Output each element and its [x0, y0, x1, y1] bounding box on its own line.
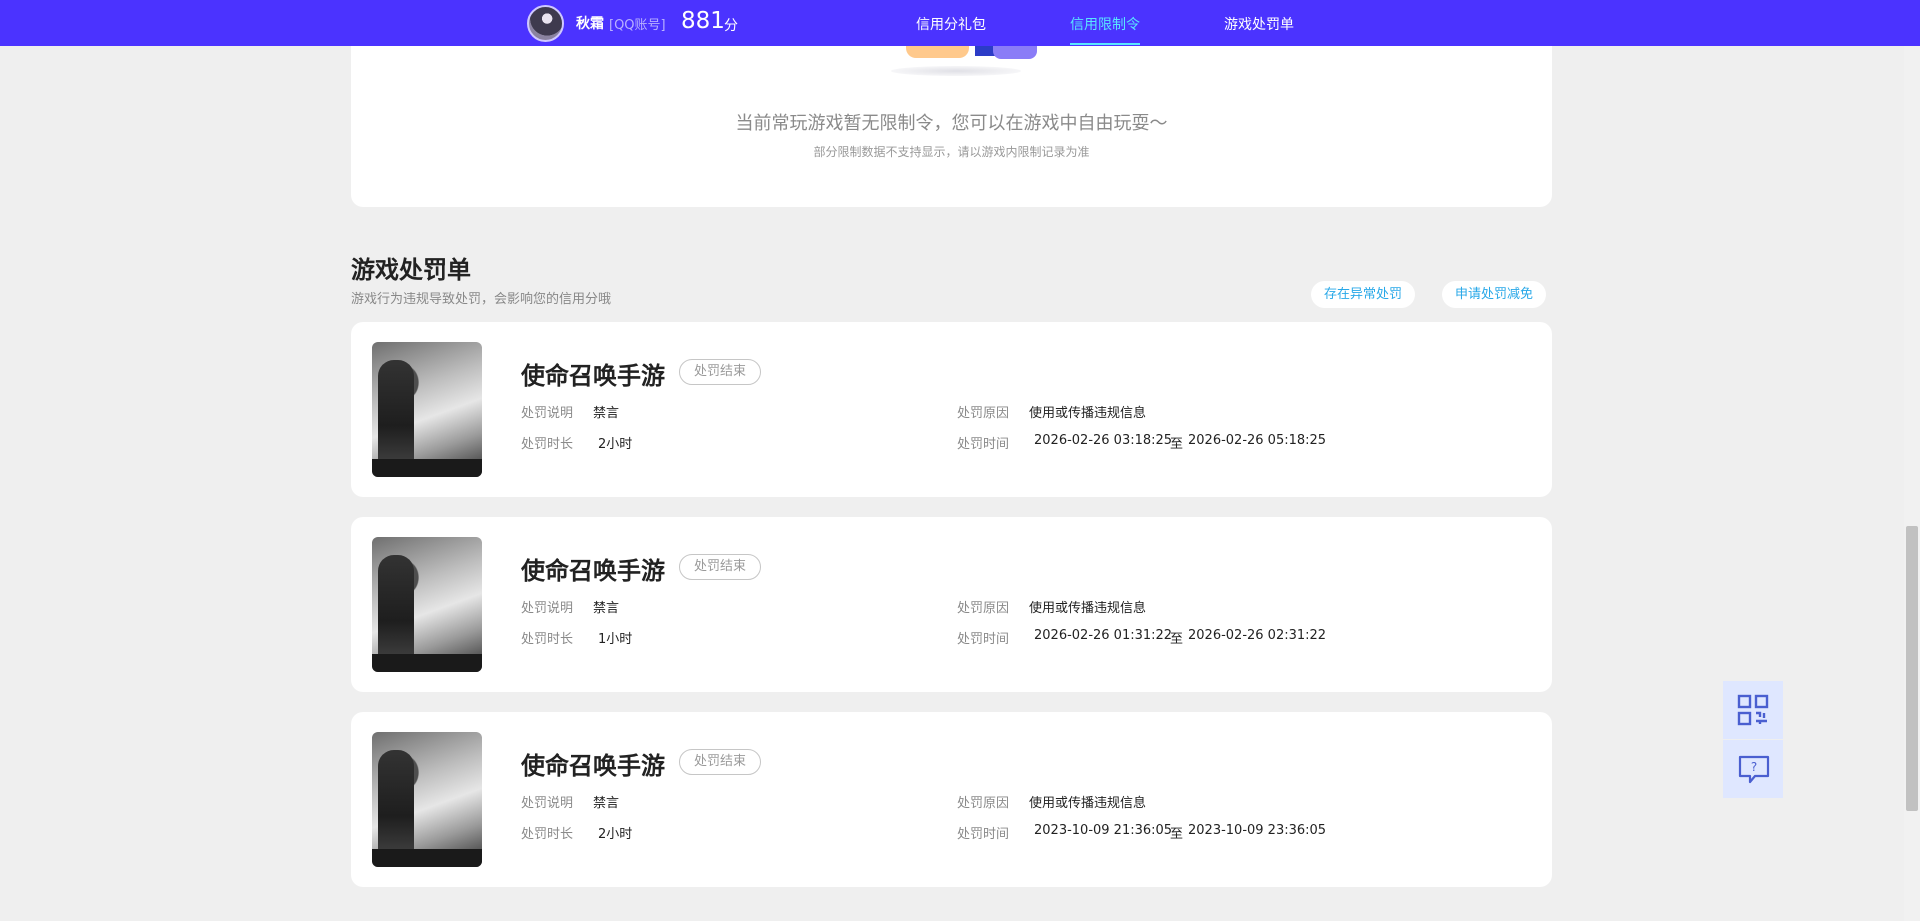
penalty-card[interactable]: 使命召唤手游 处罚结束 处罚说明 禁言 处罚时长 2小时 处罚原因 使用或传播违… — [351, 712, 1552, 887]
desc-label: 处罚说明 — [521, 406, 574, 421]
desc-value: 禁言 — [593, 601, 620, 616]
nav-credit-restriction[interactable]: 信用限制令 — [1070, 14, 1140, 45]
scrollbar-thumb[interactable] — [1906, 526, 1918, 811]
empty-restriction-message: 当前常玩游戏暂无限制令，您可以在游戏中自由玩耍～ — [735, 113, 1168, 134]
time-start: 2026-02-26 03:18:25 — [1034, 433, 1173, 448]
help-chat-button[interactable]: ? — [1723, 740, 1783, 798]
avatar[interactable] — [527, 5, 564, 42]
empty-illustration-part — [993, 44, 1037, 59]
duration-value: 1小时 — [598, 632, 633, 647]
abnormal-penalty-button[interactable]: 存在异常处罚 — [1311, 281, 1416, 308]
empty-illustration — [906, 44, 969, 58]
reason-value: 使用或传播违规信息 — [1029, 406, 1147, 421]
restriction-note: 部分限制数据不支持显示，请以游戏内限制记录为准 — [813, 145, 1090, 159]
help-chat-icon: ? — [1738, 755, 1770, 784]
duration-label: 处罚时长 — [521, 632, 574, 647]
game-name: 使命召唤手游 — [521, 557, 665, 585]
reason-value: 使用或传播违规信息 — [1029, 601, 1147, 616]
time-to: 至 — [1170, 632, 1184, 647]
reason-label: 处罚原因 — [957, 601, 1010, 616]
time-label: 处罚时间 — [957, 632, 1010, 647]
time-label: 处罚时间 — [957, 827, 1010, 842]
time-end: 2023-10-09 23:36:05 — [1188, 823, 1327, 838]
time-end: 2026-02-26 05:18:25 — [1188, 433, 1327, 448]
reason-value: 使用或传播违规信息 — [1029, 796, 1147, 811]
nav-credit-gift[interactable]: 信用分礼包 — [916, 14, 986, 34]
empty-illustration-shadow — [891, 66, 1021, 76]
status-badge: 处罚结束 — [679, 554, 762, 580]
status-badge: 处罚结束 — [679, 359, 762, 385]
game-name: 使命召唤手游 — [521, 752, 665, 780]
desc-label: 处罚说明 — [521, 796, 574, 811]
time-to: 至 — [1170, 437, 1184, 452]
credit-score-unit: 分 — [724, 18, 738, 34]
credit-score: 881 — [681, 8, 725, 34]
svg-text:?: ? — [1751, 760, 1757, 774]
desc-value: 禁言 — [593, 406, 620, 421]
duration-value: 2小时 — [598, 437, 633, 452]
time-label: 处罚时间 — [957, 437, 1010, 452]
game-name: 使命召唤手游 — [521, 362, 665, 390]
nav-game-penalty[interactable]: 游戏处罚单 — [1224, 14, 1294, 34]
game-thumbnail — [372, 732, 482, 867]
account-type: [QQ账号] — [609, 18, 666, 33]
username: 秋霜 — [576, 16, 604, 32]
desc-label: 处罚说明 — [521, 601, 574, 616]
time-end: 2026-02-26 02:31:22 — [1188, 628, 1327, 643]
reason-label: 处罚原因 — [957, 796, 1010, 811]
top-nav-bar: 秋霜 [QQ账号] 881 分 信用分礼包 信用限制令 游戏处罚单 — [0, 0, 1920, 46]
time-to: 至 — [1170, 827, 1184, 842]
penalty-card[interactable]: 使命召唤手游 处罚结束 处罚说明 禁言 处罚时长 2小时 处罚原因 使用或传播违… — [351, 322, 1552, 497]
desc-value: 禁言 — [593, 796, 620, 811]
game-thumbnail — [372, 537, 482, 672]
duration-label: 处罚时长 — [521, 437, 574, 452]
time-start: 2023-10-09 21:36:05 — [1034, 823, 1173, 838]
qr-code-button[interactable] — [1723, 681, 1783, 739]
reason-label: 处罚原因 — [957, 406, 1010, 421]
duration-value: 2小时 — [598, 827, 633, 842]
section-title: 游戏处罚单 — [351, 256, 471, 284]
duration-label: 处罚时长 — [521, 827, 574, 842]
time-start: 2026-02-26 01:31:22 — [1034, 628, 1173, 643]
appeal-reduction-button[interactable]: 申请处罚减免 — [1442, 281, 1547, 308]
penalty-card[interactable]: 使命召唤手游 处罚结束 处罚说明 禁言 处罚时长 1小时 处罚原因 使用或传播违… — [351, 517, 1552, 692]
qr-code-icon — [1737, 694, 1769, 726]
section-description: 游戏行为违规导致处罚，会影响您的信用分哦 — [351, 292, 612, 307]
status-badge: 处罚结束 — [679, 749, 762, 775]
game-thumbnail — [372, 342, 482, 477]
